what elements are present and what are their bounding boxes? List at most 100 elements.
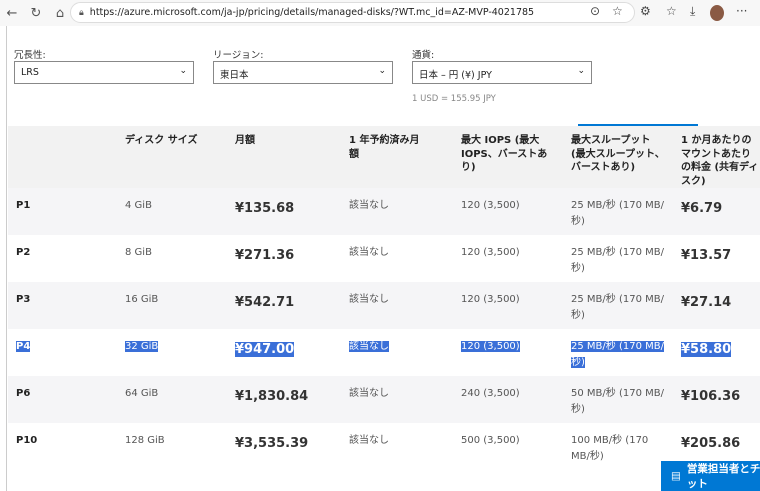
cell-text: P1 bbox=[16, 200, 31, 211]
table-cell: 該当なし bbox=[341, 282, 453, 329]
table-cell: 120 (3,500) bbox=[453, 329, 563, 376]
cell-text: 該当なし bbox=[349, 247, 389, 258]
table-cell: ¥135.68 bbox=[227, 188, 341, 235]
table-row: P4 32 GiB ¥947.00 該当なし 120 (3,500) 25 MB/秒 (1… bbox=[8, 329, 760, 376]
download-icon[interactable]: ⤓ bbox=[690, 4, 695, 19]
table-cell: ¥13.57 bbox=[673, 235, 760, 282]
avatar[interactable] bbox=[710, 5, 724, 21]
table-cell: P1 bbox=[8, 188, 117, 235]
col-header: 1 か月あたりのマウントあたりの料金 (共有ディスク) bbox=[673, 126, 760, 188]
chat-icon: ▤ bbox=[671, 470, 681, 482]
table-cell: ¥947.00 bbox=[227, 329, 341, 376]
cell-text: ¥947.00 bbox=[235, 342, 295, 357]
cell-text: 128 GiB bbox=[125, 435, 165, 446]
redundancy-select[interactable]: LRS ⌄ bbox=[14, 61, 194, 84]
cell-text: P4 bbox=[16, 341, 31, 352]
extensions-icon[interactable]: ⚙ bbox=[640, 4, 651, 18]
table-cell: 該当なし bbox=[341, 188, 453, 235]
cell-text: P3 bbox=[16, 294, 31, 305]
chat-button[interactable]: ▤ 営業担当者とチャット bbox=[661, 461, 760, 491]
more-icon[interactable]: ⊙ bbox=[590, 4, 600, 18]
cell-text: 25 MB/秒 (170 MB/秒) bbox=[571, 341, 664, 368]
table-cell: 100 MB/秒 (170 MB/秒) bbox=[563, 423, 673, 470]
table-cell: 該当なし bbox=[341, 235, 453, 282]
table-cell: ¥6.79 bbox=[673, 188, 760, 235]
table-cell: P10 bbox=[8, 423, 117, 470]
cell-text: 4 GiB bbox=[125, 200, 152, 211]
table-cell: ¥106.36 bbox=[673, 376, 760, 423]
table-cell: 25 MB/秒 (170 MB/秒) bbox=[563, 282, 673, 329]
table-cell: 64 GiB bbox=[117, 376, 227, 423]
table-cell: 該当なし bbox=[341, 423, 453, 470]
table-cell: ¥27.14 bbox=[673, 282, 760, 329]
cell-text: 該当なし bbox=[349, 294, 389, 305]
chevron-down-icon: ⌄ bbox=[577, 66, 585, 76]
currency-select[interactable]: 日本 – 円 (¥) JPY ⌄ bbox=[412, 61, 592, 84]
table-cell: 50 MB/秒 (170 MB/秒) bbox=[563, 376, 673, 423]
browser-toolbar: ← ↻ ⌂ 🔒︎ https://azure.microsoft.com/ja-j… bbox=[0, 0, 760, 26]
table-cell: 該当なし bbox=[341, 376, 453, 423]
cell-text: ¥106.36 bbox=[681, 389, 741, 404]
chevron-down-icon: ⌄ bbox=[378, 66, 386, 76]
cell-text: P10 bbox=[16, 435, 38, 446]
table-row: P3 16 GiB ¥542.71 該当なし 120 (3,500) 25 MB/秒 (1… bbox=[8, 282, 760, 329]
table-row: P1 4 GiB ¥135.68 該当なし 120 (3,500) 25 MB/秒 (17… bbox=[8, 188, 760, 235]
region-select[interactable]: 東日本 ⌄ bbox=[213, 61, 393, 84]
cell-text: ¥58.80 bbox=[681, 342, 732, 357]
table-cell: ¥1,830.84 bbox=[227, 376, 341, 423]
cell-text: 120 (3,500) bbox=[461, 200, 520, 211]
cell-text: P6 bbox=[16, 388, 31, 399]
cell-text: 100 MB/秒 (170 MB/秒) bbox=[571, 435, 649, 462]
table-row: P10 128 GiB ¥3,535.39 該当なし 500 (3,500) 100 MB… bbox=[8, 423, 760, 470]
table-cell: ¥58.80 bbox=[673, 329, 760, 376]
table-cell: 120 (3,500) bbox=[453, 188, 563, 235]
cell-text: 25 MB/秒 (170 MB/秒) bbox=[571, 247, 664, 274]
table-cell: P4 bbox=[8, 329, 117, 376]
table-cell: 128 GiB bbox=[117, 423, 227, 470]
table-cell: 4 GiB bbox=[117, 188, 227, 235]
cell-text: 16 GiB bbox=[125, 294, 159, 305]
cell-text: P2 bbox=[16, 247, 31, 258]
cell-text: 25 MB/秒 (170 MB/秒) bbox=[571, 294, 664, 321]
table-cell: ¥3,535.39 bbox=[227, 423, 341, 470]
chevron-down-icon: ⌄ bbox=[179, 66, 187, 76]
currency-value: 日本 – 円 (¥) JPY bbox=[419, 70, 492, 81]
menu-icon[interactable]: ··· bbox=[736, 4, 747, 18]
favorites-icon[interactable]: ☆ bbox=[666, 4, 677, 18]
chat-label: 営業担当者とチャット bbox=[686, 463, 760, 490]
cell-text: 120 (3,500) bbox=[461, 247, 520, 258]
cell-text: ¥542.71 bbox=[235, 295, 295, 310]
col-header bbox=[8, 126, 117, 188]
cell-text: 50 MB/秒 (170 MB/秒) bbox=[571, 388, 664, 415]
col-header: ディスク サイズ bbox=[117, 126, 227, 188]
table-cell: 120 (3,500) bbox=[453, 235, 563, 282]
back-icon[interactable]: ← bbox=[0, 6, 24, 21]
cell-text: 64 GiB bbox=[125, 388, 159, 399]
cell-text: 8 GiB bbox=[125, 247, 152, 258]
region-value: 東日本 bbox=[220, 70, 249, 81]
cell-text: 240 (3,500) bbox=[461, 388, 520, 399]
favorite-icon[interactable]: ☆ bbox=[612, 4, 623, 18]
table-cell: 該当なし bbox=[341, 329, 453, 376]
table-row: P2 8 GiB ¥271.36 該当なし 120 (3,500) 25 MB/秒 (17… bbox=[8, 235, 760, 282]
cell-text: ¥271.36 bbox=[235, 248, 295, 263]
table-cell: 500 (3,500) bbox=[453, 423, 563, 470]
table-cell: 120 (3,500) bbox=[453, 282, 563, 329]
pricing-table: ディスク サイズ 月額 1 年予約済み月額 最大 IOPS (最大 IOPS、バ… bbox=[8, 126, 760, 470]
col-header: 最大 IOPS (最大 IOPS、バーストあり) bbox=[453, 126, 563, 188]
cell-text: 120 (3,500) bbox=[461, 294, 520, 305]
table-cell: 16 GiB bbox=[117, 282, 227, 329]
address-bar[interactable]: 🔒︎ https://azure.microsoft.com/ja-jp/pric… bbox=[70, 2, 635, 23]
home-icon[interactable]: ⌂ bbox=[48, 6, 72, 21]
table-cell: P3 bbox=[8, 282, 117, 329]
table-cell: 25 MB/秒 (170 MB/秒) bbox=[563, 188, 673, 235]
table-cell: 32 GiB bbox=[117, 329, 227, 376]
lock-icon: 🔒︎ bbox=[79, 7, 84, 18]
cell-text: ¥3,535.39 bbox=[235, 436, 309, 451]
cell-text: 該当なし bbox=[349, 388, 389, 399]
table-cell: P6 bbox=[8, 376, 117, 423]
refresh-icon[interactable]: ↻ bbox=[24, 6, 48, 21]
table-cell: 25 MB/秒 (170 MB/秒) bbox=[563, 235, 673, 282]
cell-text: 32 GiB bbox=[125, 341, 159, 352]
cell-text: ¥6.79 bbox=[681, 201, 723, 216]
